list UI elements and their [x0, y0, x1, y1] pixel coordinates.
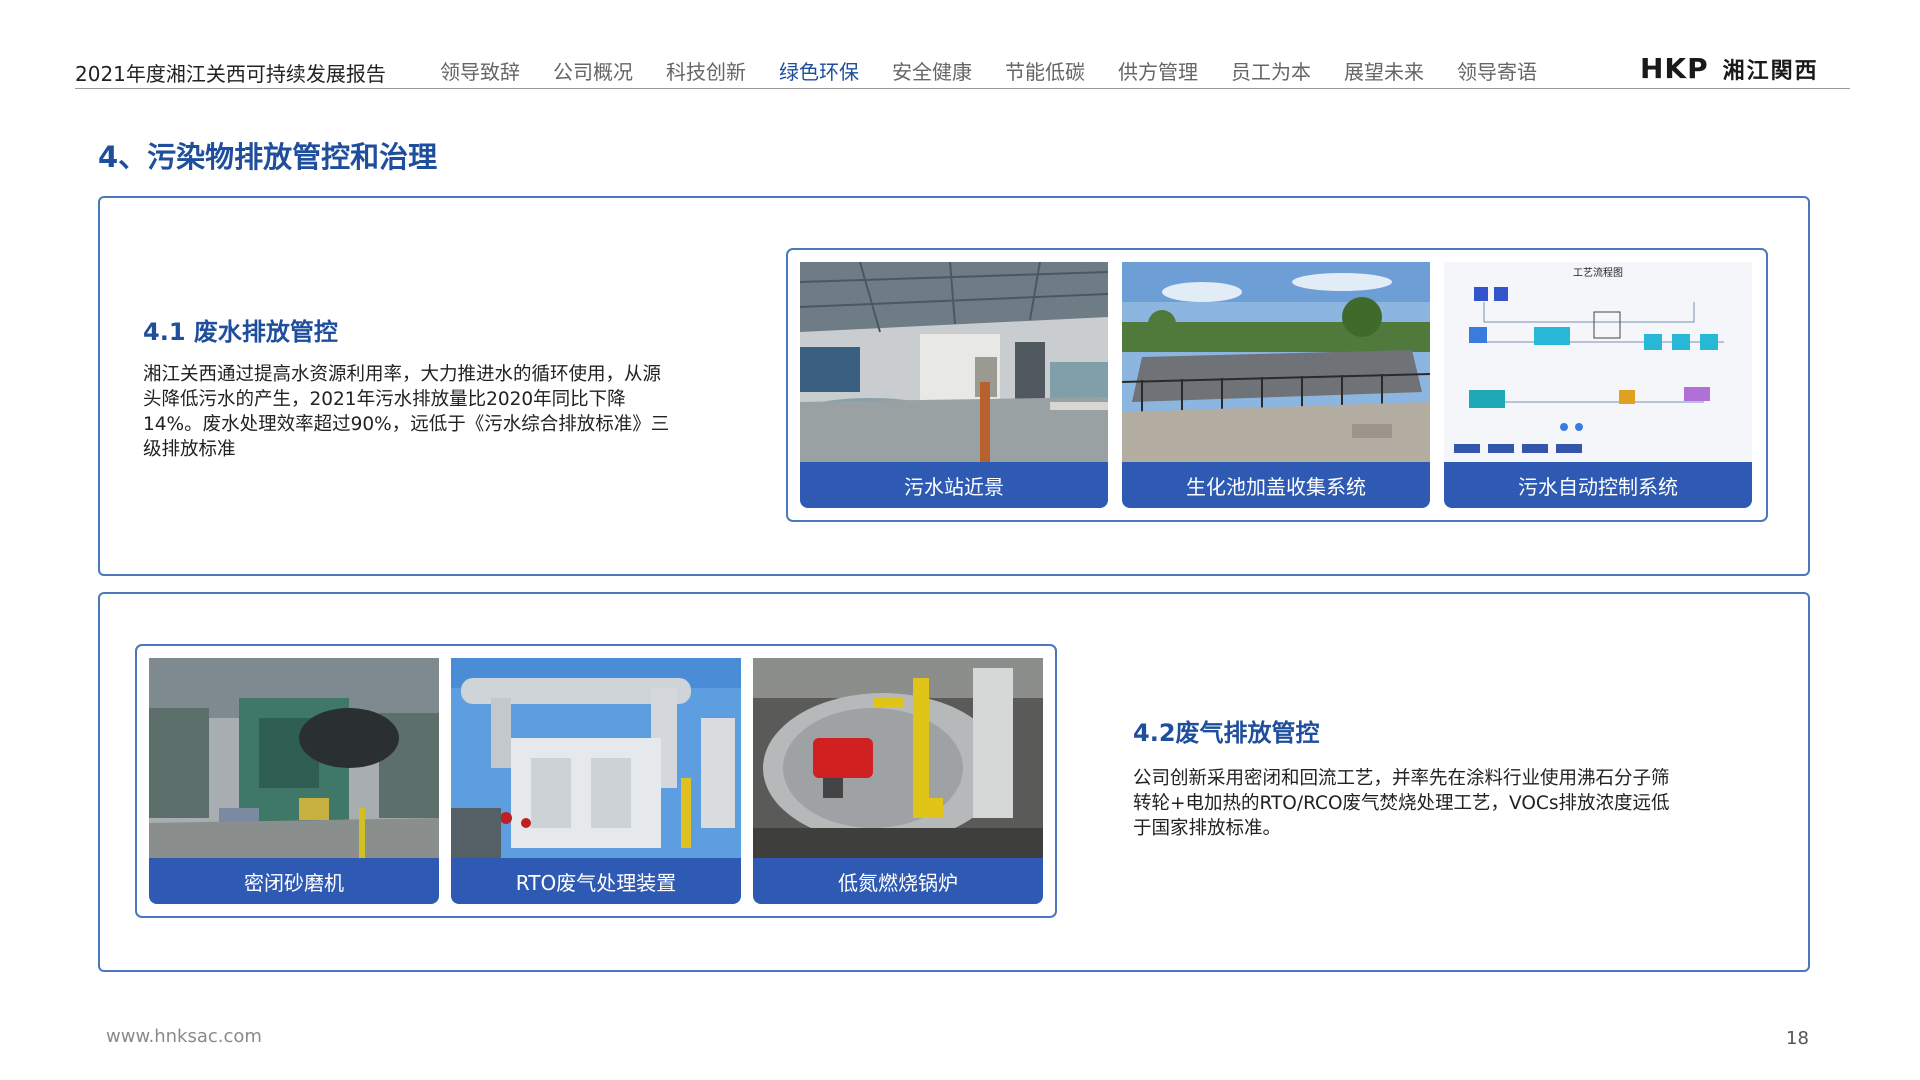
nav-item-leader-speech[interactable]: 领导致辞	[440, 56, 520, 85]
report-title: 2021年度湘江关西可持续发展报告	[75, 62, 386, 86]
wastewater-body: 湘江关西通过提高水资源利用率，大力推进水的循环使用，从源头降低污水的产生，202…	[143, 364, 670, 460]
photo-card: 密闭砂磨机	[149, 658, 439, 904]
footer-url[interactable]: www.hnksac.com	[106, 1026, 262, 1047]
photo-card: 污水站近景	[800, 262, 1108, 508]
nav-item-employees[interactable]: 员工为本	[1231, 56, 1311, 85]
photo-card: 低氮燃烧锅炉	[753, 658, 1043, 904]
company-logo: HKP 湘江関西	[1640, 52, 1819, 85]
control-system-photo: 工艺流程图	[1444, 262, 1752, 462]
nav-item-leader-message[interactable]: 领导寄语	[1457, 56, 1537, 85]
photo-caption: RTO废气处理装置	[451, 858, 741, 904]
nav-item-company-overview[interactable]: 公司概况	[553, 56, 633, 85]
photo-card: 工艺流程图 污水自动控制系统	[1444, 262, 1752, 508]
nav-item-tech-innovation[interactable]: 科技创新	[666, 56, 746, 85]
wastewater-photo-group: 污水站近景 生化池加盖收集系统 工艺流程图 污水自动控制系统	[786, 248, 1768, 522]
nav-item-green[interactable]: 绿色环保	[779, 56, 859, 85]
photo-caption: 密闭砂磨机	[149, 858, 439, 904]
photo-card: RTO废气处理装置	[451, 658, 741, 904]
section-title: 4、污染物排放管控和治理	[98, 140, 438, 174]
photo-caption: 污水自动控制系统	[1444, 462, 1752, 508]
logo-mark: HKP	[1640, 52, 1709, 85]
rto-unit-photo	[451, 658, 741, 858]
exhaust-photo-group: 密闭砂磨机 RTO废气处理装置 低氮燃烧锅炉	[135, 644, 1057, 918]
page-number: 18	[1786, 1028, 1809, 1049]
photo-caption: 生化池加盖收集系统	[1122, 462, 1430, 508]
top-nav: 领导致辞 公司概况 科技创新 绿色环保 安全健康 节能低碳 供方管理 员工为本 …	[440, 56, 1570, 85]
boiler-photo	[753, 658, 1043, 858]
bio-tank-photo	[1122, 262, 1430, 462]
sand-mill-photo	[149, 658, 439, 858]
photo-card: 生化池加盖收集系统	[1122, 262, 1430, 508]
exhaust-title: 4.2废气排放管控	[1133, 719, 1320, 747]
photo-caption: 污水站近景	[800, 462, 1108, 508]
photo-caption: 低氮燃烧锅炉	[753, 858, 1043, 904]
exhaust-body: 公司创新采用密闭和回流工艺，并率先在涂料行业使用沸石分子筛转轮+电加热的RTO/…	[1133, 768, 1670, 839]
nav-item-supplier[interactable]: 供方管理	[1118, 56, 1198, 85]
header-divider	[75, 88, 1850, 89]
nav-item-low-carbon[interactable]: 节能低碳	[1005, 56, 1085, 85]
nav-item-outlook[interactable]: 展望未来	[1344, 56, 1424, 85]
logo-text: 湘江関西	[1722, 58, 1819, 84]
nav-item-safety-health[interactable]: 安全健康	[892, 56, 972, 85]
wastewater-title: 4.1 废水排放管控	[143, 318, 338, 346]
sewage-station-photo	[800, 262, 1108, 462]
diagram-title: 工艺流程图	[1573, 266, 1623, 279]
